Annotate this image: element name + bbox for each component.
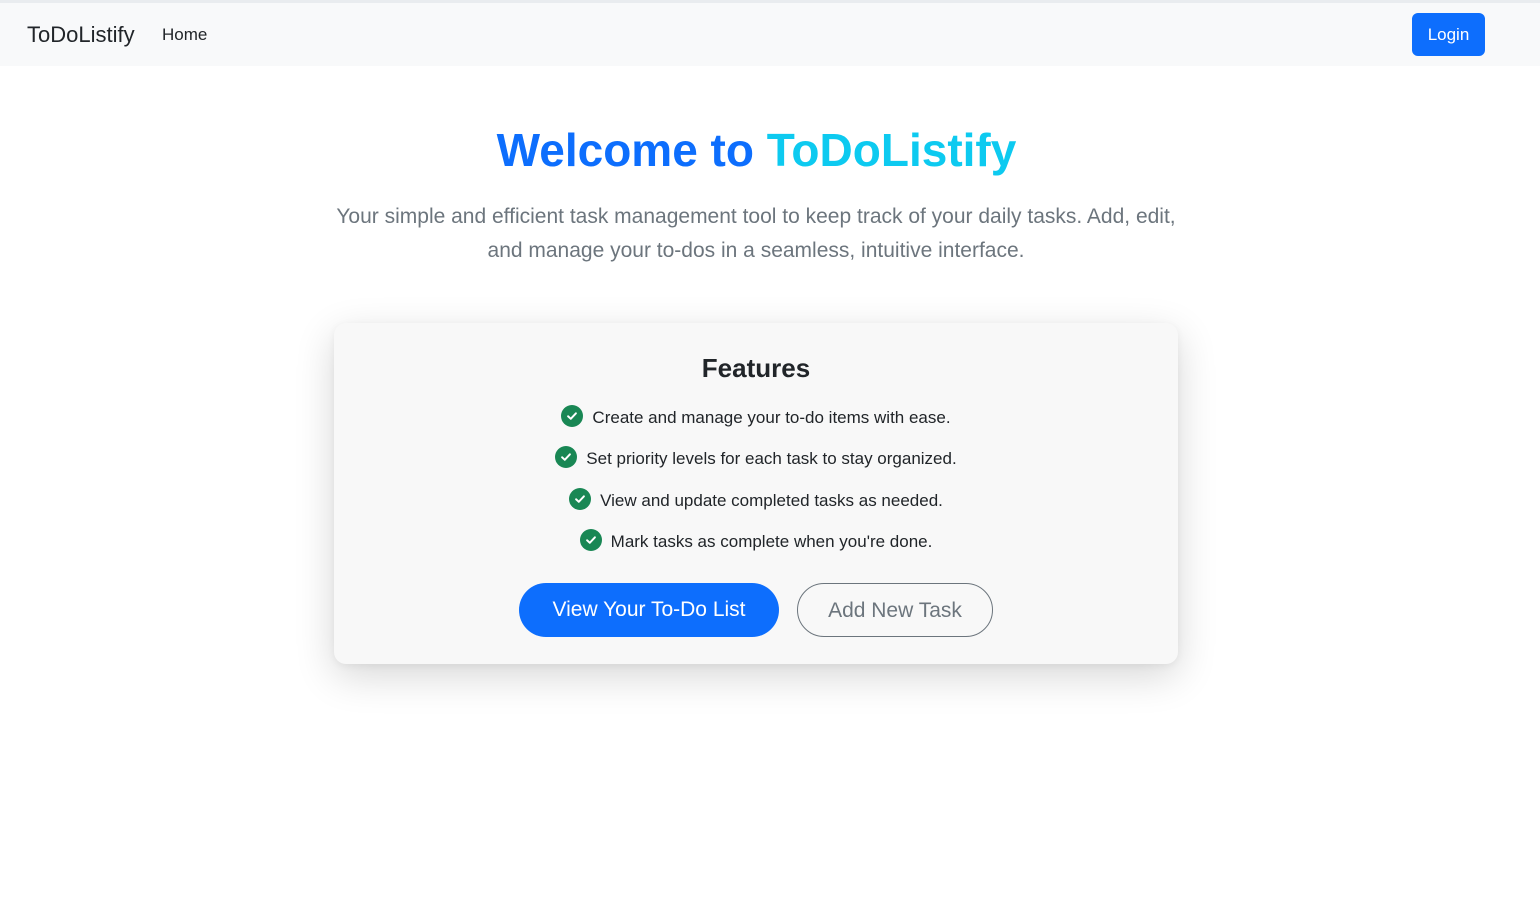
features-title: Features bbox=[701, 353, 811, 383]
nav-link-home[interactable]: Home bbox=[162, 23, 207, 47]
feature-text: Mark tasks as complete when you're done. bbox=[610, 532, 933, 551]
navbar: ToDoListify Home Login bbox=[0, 3, 1540, 66]
page-subtitle: Your simple and efficient task managemen… bbox=[336, 205, 1176, 262]
check-circle-icon bbox=[555, 446, 578, 468]
feature-item: Create and manage your to-do items with … bbox=[334, 405, 1178, 431]
title-brand-text: ToDoListify bbox=[766, 124, 1017, 176]
title-welcome-text: Welcome to bbox=[496, 124, 754, 176]
view-todo-list-button[interactable]: View Your To-Do List bbox=[519, 583, 779, 637]
login-button[interactable]: Login bbox=[1412, 13, 1485, 56]
page-title: Welcome to ToDoListify bbox=[0, 122, 1513, 178]
feature-item: Set priority levels for each task to sta… bbox=[334, 446, 1178, 472]
brand-link[interactable]: ToDoListify bbox=[27, 20, 135, 50]
feature-item: View and update completed tasks as neede… bbox=[334, 488, 1178, 514]
feature-text: View and update completed tasks as neede… bbox=[600, 491, 943, 510]
check-circle-icon bbox=[579, 529, 602, 551]
features-card: Features Create and manage your to-do it… bbox=[334, 323, 1178, 664]
add-new-task-button[interactable]: Add New Task bbox=[797, 583, 993, 637]
feature-item: Mark tasks as complete when you're done. bbox=[334, 529, 1178, 555]
feature-text: Create and manage your to-do items with … bbox=[592, 408, 951, 427]
check-circle-icon bbox=[561, 405, 584, 427]
check-circle-icon bbox=[569, 488, 592, 510]
feature-text: Set priority levels for each task to sta… bbox=[586, 449, 957, 468]
